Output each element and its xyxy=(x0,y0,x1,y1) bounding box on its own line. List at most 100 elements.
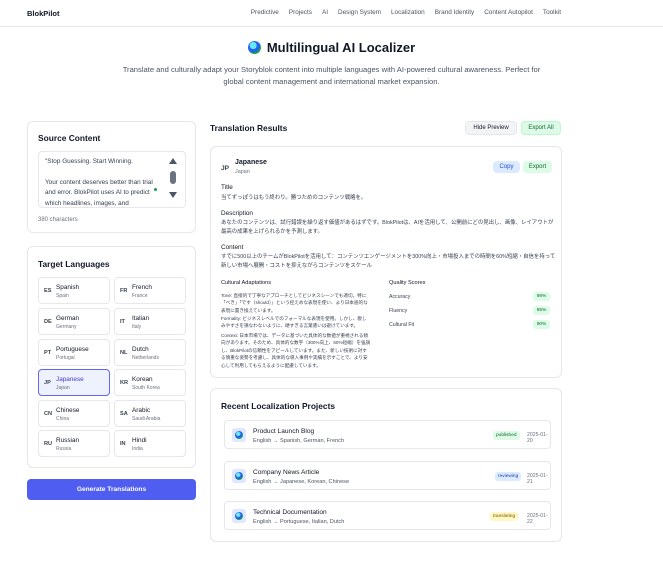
export-all-button[interactable]: Export All xyxy=(521,121,561,135)
globe-icon xyxy=(232,469,246,483)
language-option-arabic[interactable]: SA Arabic Saudi Arabia xyxy=(114,400,186,427)
project-title: Product Launch Blog xyxy=(253,428,315,435)
status-badge: translating xyxy=(490,512,519,521)
quality-label-cultural-fit: Cultural Fit xyxy=(389,322,415,328)
language-option-german[interactable]: DE German Germany xyxy=(38,308,110,335)
language-code: ES xyxy=(44,288,52,294)
quality-label-fluency: Fluency xyxy=(389,308,408,314)
target-languages-card: Target Languages ES Spanish Spain FR Fre… xyxy=(27,246,196,468)
nav-link-localization[interactable]: Localization xyxy=(391,9,425,16)
nav-link-brand-identity[interactable]: Brand Identity xyxy=(435,9,474,16)
project-row[interactable]: Company News Article English → Japanese,… xyxy=(224,461,551,490)
language-option-chinese[interactable]: CN Chinese China xyxy=(38,400,110,427)
globe-icon xyxy=(247,41,261,54)
project-languages: English → Japanese, Korean, Chinese xyxy=(253,479,350,485)
language-code: SA xyxy=(120,411,128,417)
status-badge: published xyxy=(493,431,520,440)
title-translation: 当てずっぽうはもう終わり。勝つためのコンテンツ戦略を。 xyxy=(221,195,367,201)
recent-projects-card: Recent Localization Projects Product Lau… xyxy=(210,388,562,542)
language-code: DE xyxy=(44,319,52,325)
language-name: Chinese xyxy=(56,407,80,414)
content-label: Content xyxy=(221,244,244,251)
description-label: Description xyxy=(221,210,253,217)
hide-preview-button[interactable]: Hide Preview xyxy=(465,121,517,135)
cursor-dot-icon xyxy=(154,188,157,191)
language-name: Russian xyxy=(56,437,80,444)
scroll-up-icon[interactable] xyxy=(169,158,177,164)
character-count: 380 characters xyxy=(38,217,78,223)
page-description: Translate and culturally adapt your Stor… xyxy=(122,65,541,87)
language-region: Portugal xyxy=(56,355,75,361)
adaptation-tone: Tone: 直接的で丁寧なアプローチとしてビジネスシーンでも適切。特に「べき」「… xyxy=(221,293,368,313)
language-region: Germany xyxy=(56,324,77,330)
globe-icon xyxy=(232,509,246,523)
language-region: Italy xyxy=(132,324,142,330)
project-languages: English → Portuguese, Italian, Dutch xyxy=(253,519,345,525)
language-option-dutch[interactable]: NL Dutch Netherlands xyxy=(114,339,186,366)
project-row[interactable]: Product Launch Blog English → Spanish, G… xyxy=(224,420,551,449)
language-name: Portuguese xyxy=(56,346,89,353)
page-title: Multilingual AI Localizer xyxy=(0,40,663,55)
language-region: France xyxy=(132,293,148,299)
language-option-russian[interactable]: RU Russian Russia xyxy=(38,430,110,457)
nav-link-toolkit[interactable]: Toolkit xyxy=(543,9,561,16)
title-label: Title xyxy=(221,184,233,191)
quality-badge-fluency: 95% xyxy=(533,306,550,315)
language-option-portuguese[interactable]: PT Portuguese Portugal xyxy=(38,339,110,366)
result-language-region: Japan xyxy=(235,169,250,175)
translation-result-card: JP Japanese Japan Copy Export Title 当てずっ… xyxy=(210,146,562,378)
translation-results-title: Translation Results xyxy=(210,123,288,133)
globe-icon xyxy=(232,428,246,442)
quality-badge-accuracy: 98% xyxy=(533,292,550,301)
language-name: Japanese xyxy=(56,376,84,383)
project-date: 2025-01-20 xyxy=(527,432,548,444)
language-region: Netherlands xyxy=(132,355,159,361)
status-badge: reviewing xyxy=(495,472,522,481)
nav-link-design-system[interactable]: Design System xyxy=(338,9,381,16)
export-button[interactable]: Export xyxy=(523,161,552,173)
language-code: CN xyxy=(44,411,53,417)
adaptation-context: Context: 日本市場では、データに基づいた具体的な数値が重視される傾向があ… xyxy=(221,333,371,368)
language-name: German xyxy=(56,315,80,322)
language-name: Dutch xyxy=(132,346,149,353)
language-code: IT xyxy=(120,319,125,325)
source-content-title: Source Content xyxy=(38,133,101,143)
project-date: 2025-01-22 xyxy=(527,513,548,525)
language-name: Korean xyxy=(132,376,153,383)
language-option-hindi[interactable]: IN Hindi India xyxy=(114,430,186,457)
nav-link-predictive[interactable]: Predictive xyxy=(251,9,279,16)
nav-link-content-autopilot[interactable]: Content Autopilot xyxy=(484,9,533,16)
language-code: IN xyxy=(120,441,126,447)
project-title: Technical Documentation xyxy=(253,509,327,516)
language-region: India xyxy=(132,446,143,452)
scroll-down-icon[interactable] xyxy=(169,192,177,198)
brand-logo[interactable]: BlokPilot xyxy=(27,9,60,18)
language-region: Saudi Arabia xyxy=(132,416,161,422)
nav-link-projects[interactable]: Projects xyxy=(289,9,312,16)
source-content-card: Source Content "Stop Guessing. Start Win… xyxy=(27,121,196,233)
source-textarea[interactable]: "Stop Guessing. Start Winning. Your cont… xyxy=(38,151,186,208)
language-name: French xyxy=(132,284,152,291)
nav-link-ai[interactable]: AI xyxy=(322,9,328,16)
language-option-italian[interactable]: IT Italian Italy xyxy=(114,308,186,335)
quality-label-accuracy: Accuracy xyxy=(389,294,411,300)
project-date: 2025-01-21 xyxy=(527,473,548,485)
quality-badge-cultural-fit: 90% xyxy=(533,320,550,329)
language-name: Italian xyxy=(132,315,150,322)
language-name: Hindi xyxy=(132,437,147,444)
language-code: JP xyxy=(44,380,51,386)
language-option-spanish[interactable]: ES Spanish Spain xyxy=(38,277,110,304)
language-code: FR xyxy=(120,288,128,294)
project-row[interactable]: Technical Documentation English → Portug… xyxy=(224,501,551,530)
scrollbar-thumb[interactable] xyxy=(170,171,176,184)
copy-button[interactable]: Copy xyxy=(493,161,520,173)
language-option-korean[interactable]: KR Korean South Korea xyxy=(114,369,186,396)
generate-translations-button[interactable]: Generate Translations xyxy=(27,479,196,500)
result-language-code: JP xyxy=(221,165,230,172)
language-option-french[interactable]: FR French France xyxy=(114,277,186,304)
target-languages-title: Target Languages xyxy=(38,259,110,269)
language-option-japanese[interactable]: JP Japanese Japan xyxy=(38,369,110,396)
language-region: Russia xyxy=(56,446,72,452)
adaptation-formality: Formality: ビジネスレベルでのフォーマルな表現を使用。しかし、親しみや… xyxy=(221,316,367,329)
language-code: RU xyxy=(44,441,53,447)
